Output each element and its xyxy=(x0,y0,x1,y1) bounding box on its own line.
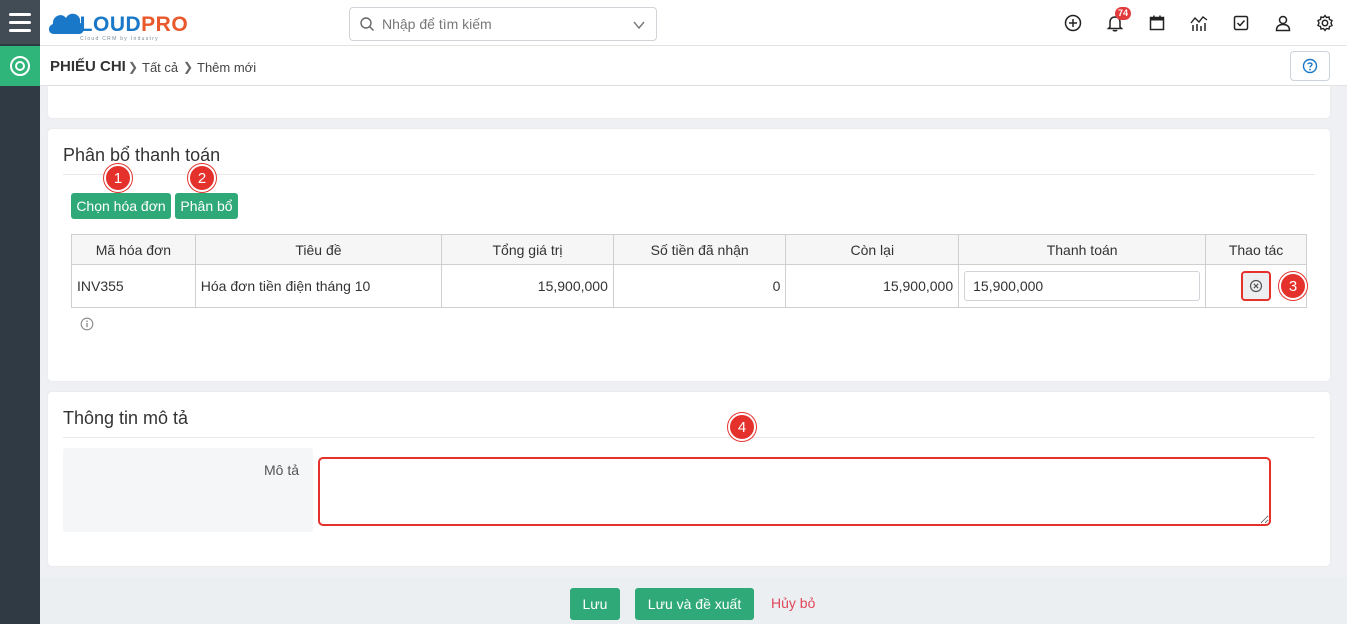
table-header-row: Mã hóa đơn Tiêu đề Tổng giá trị Số tiền … xyxy=(71,234,1307,265)
chevron-down-icon[interactable] xyxy=(632,18,646,35)
description-textarea[interactable] xyxy=(318,457,1271,526)
payment-amount-input[interactable] xyxy=(964,271,1201,301)
payment-allocation-panel: Phân bổ thanh toán 1 2 Chọn hóa đơn Phân… xyxy=(48,129,1330,381)
column-header: Tiêu đề xyxy=(194,234,443,265)
divider xyxy=(63,174,1315,175)
top-header: CLOUDPRO Cloud CRM by Industry 74 xyxy=(40,0,1347,46)
remove-row-button[interactable] xyxy=(1241,271,1272,301)
breadcrumb: PHIẾU CHI ❯ Tất cả ❯ Thêm mới xyxy=(40,46,1347,86)
search-input[interactable] xyxy=(382,14,622,34)
column-header: Mã hóa đơn xyxy=(71,234,196,265)
calendar-icon[interactable] xyxy=(1147,13,1167,33)
gear-icon[interactable] xyxy=(1315,13,1335,33)
payment-cell xyxy=(958,264,1207,308)
breadcrumb-all[interactable]: Tất cả xyxy=(142,60,178,75)
global-search[interactable] xyxy=(349,7,657,41)
description-title: Thông tin mô tả xyxy=(63,408,189,428)
description-label-column: Mô tả xyxy=(63,448,313,532)
choose-invoice-button[interactable]: Chọn hóa đơn xyxy=(71,193,171,219)
annotation-marker-3: 3 xyxy=(1279,272,1307,300)
column-header: Tổng giá trị xyxy=(441,234,614,265)
search-icon xyxy=(359,16,375,35)
left-sidebar xyxy=(0,0,40,624)
module-title[interactable]: PHIẾU CHI xyxy=(50,58,126,75)
previous-panel-bottom xyxy=(48,86,1330,118)
payment-allocation-title: Phân bổ thanh toán xyxy=(63,145,221,165)
plus-circle-icon[interactable] xyxy=(1063,13,1083,33)
logo-text-cloud: CLOUD xyxy=(64,13,142,36)
info-icon[interactable] xyxy=(80,317,94,334)
column-header: Số tiền đã nhận xyxy=(612,234,787,265)
invoice-title-cell: Hóa đơn tiền điện tháng 10 xyxy=(194,264,443,308)
annotation-marker-1: 1 xyxy=(104,164,132,192)
breadcrumb-new: Thêm mới xyxy=(197,60,257,75)
question-circle-icon xyxy=(1302,58,1318,74)
description-label: Mô tả xyxy=(263,462,299,478)
total-value-cell: 15,900,000 xyxy=(441,264,614,308)
table-row: INV355 Hóa đơn tiền điện tháng 10 15,900… xyxy=(71,264,1307,308)
annotation-marker-4: 4 xyxy=(728,413,756,441)
description-panel: Thông tin mô tả 4 Mô tả xyxy=(48,392,1330,566)
invoice-code-cell: INV355 xyxy=(71,264,196,308)
chart-icon[interactable] xyxy=(1189,13,1209,33)
save-and-propose-button[interactable]: Lưu và đề xuất xyxy=(635,588,754,620)
help-button[interactable] xyxy=(1290,51,1330,81)
column-header: Thao tác xyxy=(1205,234,1307,265)
checkbox-icon[interactable] xyxy=(1231,13,1251,33)
allocate-button[interactable]: Phân bổ xyxy=(175,193,238,219)
notification-badge: 74 xyxy=(1115,7,1132,20)
user-icon[interactable] xyxy=(1273,13,1293,33)
form-footer: Lưu Lưu và đề xuất Hủy bỏ xyxy=(40,578,1347,624)
save-button[interactable]: Lưu xyxy=(570,588,620,620)
logo-text-pro: PRO xyxy=(141,13,189,36)
allocation-table: Mã hóa đơn Tiêu đề Tổng giá trị Số tiền … xyxy=(71,234,1307,308)
received-amount-cell: 0 xyxy=(612,264,787,308)
cancel-link[interactable]: Hủy bỏ xyxy=(771,595,815,611)
logo-tagline: Cloud CRM by Industry xyxy=(80,36,159,42)
divider xyxy=(63,437,1315,438)
annotation-marker-2: 2 xyxy=(188,164,216,192)
remaining-amount-cell: 15,900,000 xyxy=(785,264,960,308)
column-header: Còn lại xyxy=(785,234,960,265)
chevron-right-icon: ❯ xyxy=(128,60,139,74)
cloudpro-logo[interactable]: CLOUDPRO Cloud CRM by Industry xyxy=(46,6,206,42)
chevron-right-icon: ❯ xyxy=(183,60,194,74)
column-header: Thanh toán xyxy=(958,234,1207,265)
module-target-icon[interactable] xyxy=(0,46,40,86)
hamburger-menu-icon[interactable] xyxy=(0,0,40,44)
close-circle-icon xyxy=(1249,279,1263,293)
